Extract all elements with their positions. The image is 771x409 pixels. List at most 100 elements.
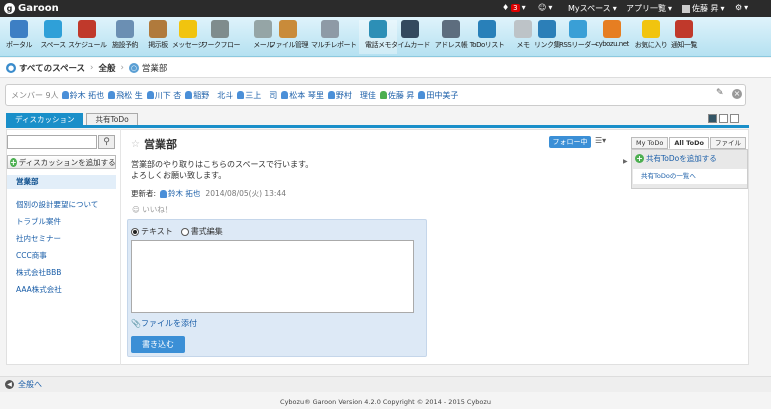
space-icon	[44, 20, 62, 38]
copyright: Cybozu® Garoon Version 4.2.0 Copyright ©…	[280, 398, 491, 406]
chevron-down-icon: ▾	[521, 3, 526, 12]
todo-icon	[478, 20, 496, 38]
breadcrumb-root[interactable]: ● すべてのスペース	[6, 62, 85, 74]
app-file[interactable]: ファイル管理	[269, 20, 309, 54]
add-discussion-button[interactable]: + ディスカッションを追加する	[7, 155, 116, 169]
attach-file-link[interactable]: 📎ファイルを添付	[131, 318, 197, 329]
user-icon	[146, 91, 154, 99]
myspace-menu[interactable]: Myスペース ▾	[568, 3, 617, 14]
member-name: 野村 理佳	[335, 90, 376, 100]
tab-shared-todo[interactable]: 共有ToDo	[86, 113, 138, 125]
breadcrumb-category[interactable]: 全般	[98, 62, 115, 74]
app-label: ワークフロー	[201, 41, 241, 49]
sidebar-item[interactable]: 社内セミナー	[16, 233, 61, 244]
sidebar-item[interactable]: トラブル案件	[16, 216, 61, 227]
radio-rich[interactable]: 書式編集	[180, 226, 223, 237]
chevron-down-icon: ▾	[744, 3, 749, 12]
member-link[interactable]: 三上 司	[237, 90, 277, 101]
user-icon	[418, 91, 426, 99]
add-shared-todo-link[interactable]: + 共有ToDoを追加する	[635, 153, 717, 164]
tab-all-todo[interactable]: All ToDo	[669, 137, 710, 149]
portal-icon	[10, 20, 28, 38]
member-link[interactable]: 佐藤 昇	[379, 90, 414, 101]
layout-icon[interactable]	[708, 114, 717, 123]
add-discussion-label: ディスカッションを追加する	[18, 157, 116, 167]
app-timecard[interactable]: タイムカード	[391, 20, 430, 54]
member-link[interactable]: 稲野 北斗	[185, 90, 233, 101]
updater-link[interactable]: 鈴木 拓也	[160, 188, 200, 199]
submit-button[interactable]: 書き込む	[131, 336, 185, 353]
app-address[interactable]: アドレス帳	[432, 20, 470, 54]
sidebar-item[interactable]: 株式会社BBB	[16, 267, 61, 278]
collapse-arrow-icon[interactable]: ▶	[623, 158, 628, 165]
garoon-logo[interactable]: g Garoon	[4, 2, 59, 15]
sidebar-item-current[interactable]: 営業部	[7, 175, 116, 189]
close-icon[interactable]: ×	[732, 89, 742, 99]
radio-button[interactable]	[180, 227, 189, 236]
sidebar-item[interactable]: 個別の設計要望について	[16, 199, 98, 210]
app-rss[interactable]: RSSリーダー	[559, 20, 598, 54]
app-portal[interactable]: ポータル	[0, 20, 38, 54]
follow-button[interactable]: フォロー中	[549, 136, 591, 148]
back-link[interactable]: 全般へ	[18, 379, 42, 390]
updater-name: 鈴木 拓也	[168, 189, 201, 198]
back-arrow-icon[interactable]: ◀	[5, 380, 14, 389]
layout-menu-icon[interactable]	[730, 114, 739, 123]
app-label: タイムカード	[391, 41, 430, 49]
member-link[interactable]: 松本 琴里	[281, 90, 324, 101]
user-icon	[327, 91, 335, 99]
post-textarea[interactable]	[131, 240, 414, 313]
user-icon	[61, 91, 69, 99]
app-calendar[interactable]: スケジュール	[68, 20, 107, 54]
sidebar-item[interactable]: CCC商事	[16, 250, 47, 261]
smiley-menu[interactable]: ☺ ▾	[538, 3, 552, 12]
rss-icon	[569, 20, 587, 38]
tab-my-todo[interactable]: My ToDo	[631, 137, 669, 149]
description-line: よろしくお願い致します。	[131, 171, 227, 180]
search-input[interactable]	[7, 135, 97, 149]
star-icon[interactable]: ☆	[131, 139, 140, 150]
shared-todo-list-link[interactable]: 共有ToDoの一覧へ	[633, 169, 747, 184]
tab-underline	[6, 125, 749, 128]
radio-button[interactable]	[131, 227, 139, 236]
member-link[interactable]: 鈴木 拓也	[61, 90, 105, 101]
apps-menu[interactable]: アプリ一覧 ▾	[626, 3, 672, 14]
timecard-icon	[401, 20, 419, 38]
member-link[interactable]: 飛松 生	[108, 90, 143, 101]
member-link[interactable]: 川下 杏	[146, 90, 181, 101]
app-cybozu[interactable]: cybozu.net	[593, 20, 631, 54]
app-todo[interactable]: ToDoリスト	[468, 20, 506, 54]
member-name: 鈴木 拓也	[69, 90, 105, 100]
myspace-label: Myスペース	[568, 4, 611, 13]
app-notice[interactable]: 通知一覧	[665, 20, 703, 54]
add-shared-todo-label: 共有ToDoを追加する	[646, 154, 717, 163]
search-button[interactable]: ⚲	[98, 135, 115, 149]
like-button[interactable]: ☺ いいね！	[132, 204, 172, 215]
bell-icon: ♦	[502, 3, 510, 12]
edit-pencil-icon[interactable]: ✎	[716, 89, 725, 98]
breadcrumb: ● すべてのスペース › 全般 › ○ 営業部	[0, 58, 771, 78]
sidebar-item[interactable]: AAA株式会社	[16, 284, 62, 295]
notification-bell[interactable]: ♦ 3 ▾	[502, 3, 526, 12]
member-link[interactable]: 田中美子	[418, 90, 458, 101]
settings-menu[interactable]: ⚙ ▾	[735, 3, 748, 12]
radio-text[interactable]: テキスト	[131, 226, 173, 237]
chevron-down-icon: ▾	[720, 4, 725, 13]
tab-file[interactable]: ファイル	[710, 137, 747, 149]
layout-list-icon[interactable]	[719, 114, 728, 123]
file-icon	[279, 20, 297, 38]
like-icon: ☺	[132, 205, 140, 214]
member-link[interactable]: 野村 理佳	[327, 90, 376, 101]
app-label: アドレス帳	[434, 41, 468, 49]
user-icon	[237, 91, 245, 99]
app-report[interactable]: マルチレポート	[311, 20, 357, 54]
list-menu-icon[interactable]: ☰▾	[595, 136, 606, 145]
app-workflow[interactable]: ワークフロー	[201, 20, 241, 54]
workflow-icon	[211, 20, 229, 38]
user-menu[interactable]: 佐藤 昇 ▾	[682, 3, 725, 14]
updater-label: 更新者:	[131, 189, 157, 198]
app-space[interactable]: スペース	[34, 20, 72, 54]
sidebar-divider	[120, 129, 121, 365]
tab-discussion[interactable]: ディスカッション	[6, 113, 84, 125]
space-icon: ●	[6, 62, 16, 73]
